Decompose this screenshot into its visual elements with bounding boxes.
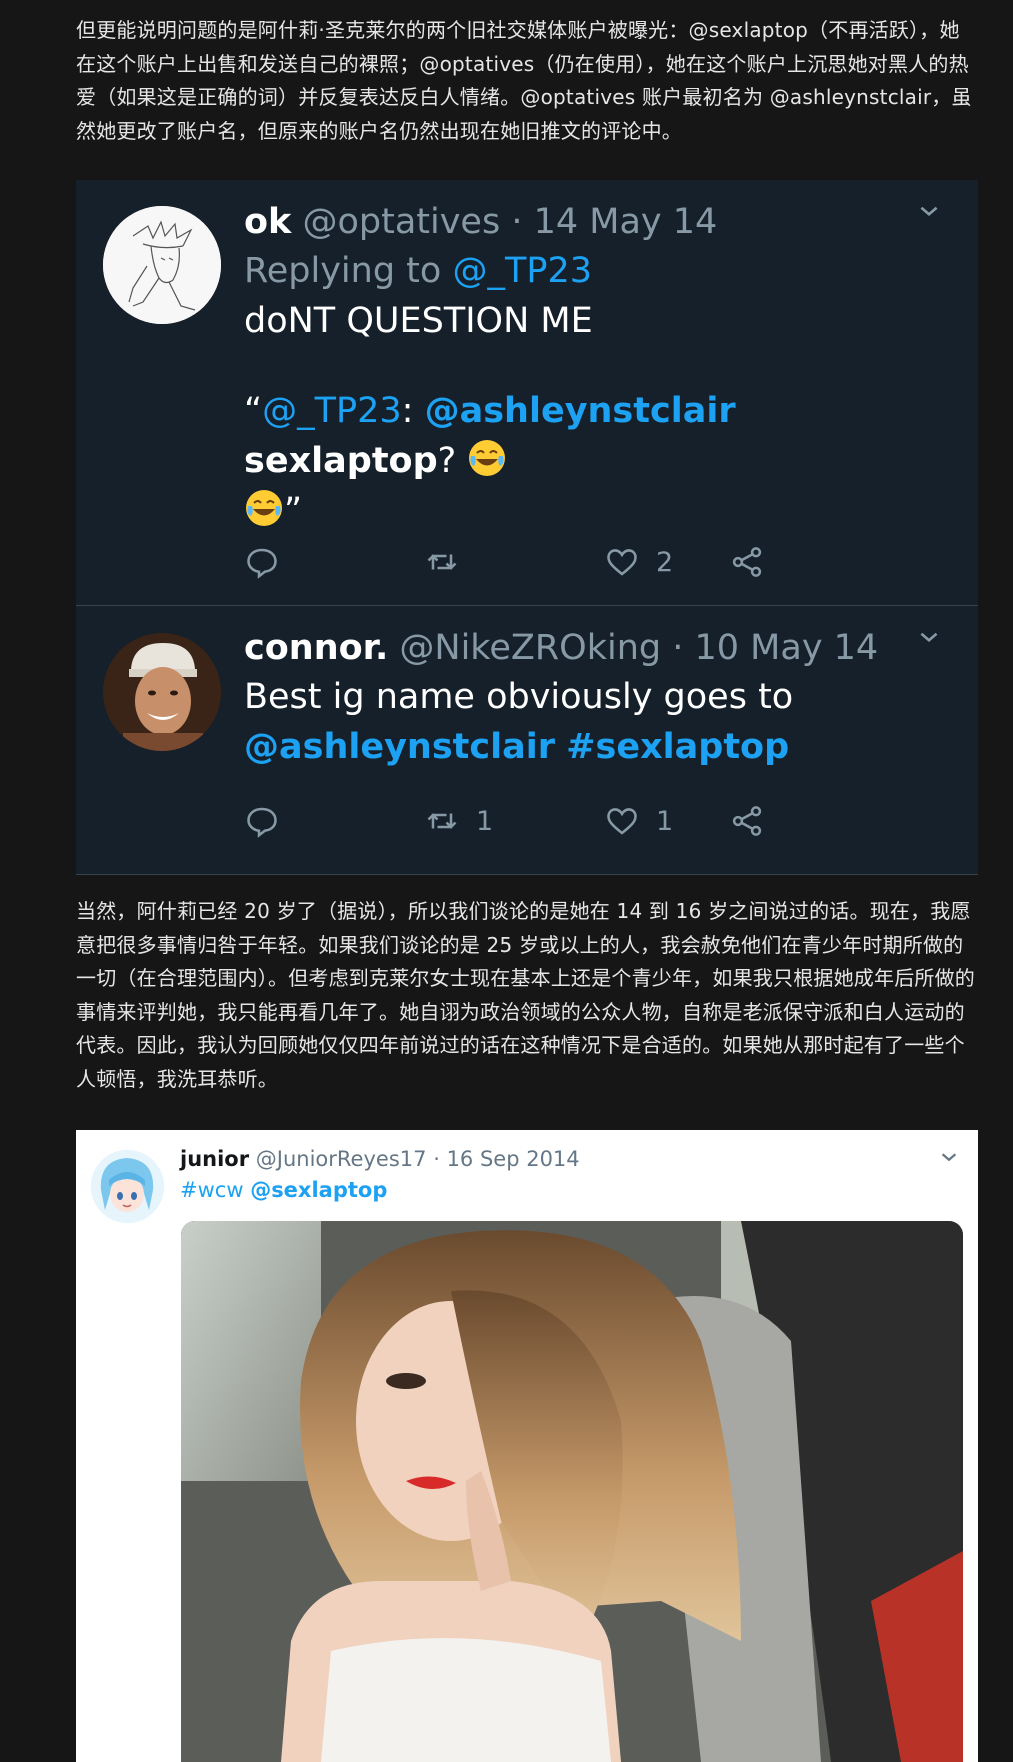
separator-dot: · — [433, 1147, 440, 1171]
article-paragraph-2: 当然，阿什莉已经 20 岁了（据说），所以我们谈论的是她在 14 到 16 岁之… — [76, 899, 975, 1091]
share-icon — [732, 806, 762, 836]
tweet-nikezroking[interactable]: connor. @NikeZROking · 10 May 14 Best ig… — [76, 605, 978, 874]
mention-link[interactable]: @ashleynstclair — [244, 727, 555, 767]
chevron-down-icon[interactable] — [916, 198, 942, 231]
avatar[interactable] — [91, 1150, 164, 1223]
tweet-quote: “@_TP23: @ashleynstclair sexlaptop? ” — [244, 386, 948, 536]
author-name[interactable]: connor. — [244, 628, 388, 668]
replying-to-label: Replying to — [244, 251, 453, 291]
retweet-icon — [427, 554, 457, 570]
tweet-actions: 1 1 — [244, 799, 844, 843]
question-mark: ? — [437, 441, 457, 481]
author-handle[interactable]: @NikeZROking — [399, 628, 661, 668]
retweet-icon — [427, 813, 457, 829]
retweet-count: 1 — [476, 805, 494, 837]
mention-link[interactable]: @_TP23 — [262, 391, 402, 431]
tweet-date[interactable]: 10 May 14 — [695, 628, 879, 668]
selfie-photo-image — [181, 1221, 963, 1762]
article-paragraph-1: 但更能说明问题的是阿什莉·圣克莱尔的两个旧社交媒体账户被曝光：@sexlapto… — [76, 18, 972, 143]
dark-tweet-thread: ok @optatives · 14 May 14 Replying to @_… — [76, 180, 978, 875]
avatar[interactable] — [103, 633, 221, 751]
separator-dot: · — [672, 628, 684, 668]
hashtag-link[interactable]: #sexlaptop — [566, 727, 789, 767]
tweet-optatives[interactable]: ok @optatives · 14 May 14 Replying to @_… — [76, 180, 978, 605]
mention-link[interactable]: @ashleynstclair — [425, 391, 736, 431]
quote-word: sexlaptop — [244, 441, 438, 481]
like-count: 2 — [656, 546, 674, 578]
like-count: 1 — [656, 805, 674, 837]
tweet-juniorreyes17[interactable]: junior @JuniorReyes17 · 16 Sep 2014 #wcw… — [76, 1130, 978, 1762]
sketch-avatar-icon — [103, 206, 221, 324]
tweet-photo[interactable] — [181, 1221, 963, 1762]
author-name[interactable]: junior — [180, 1147, 249, 1171]
author-handle[interactable]: @optatives — [302, 202, 500, 242]
laughing-tears-emoji-icon — [467, 438, 507, 478]
separator-dot: · — [511, 202, 523, 242]
retweet-button[interactable]: 1 — [424, 799, 493, 843]
tweet-date[interactable]: 16 Sep 2014 — [447, 1147, 580, 1171]
tweet-text: #wcw @sexlaptop — [180, 1175, 387, 1205]
share-button[interactable] — [729, 799, 765, 843]
replying-to-link[interactable]: @_TP23 — [452, 251, 592, 291]
share-icon — [732, 547, 762, 577]
tweet-text-line-1: doNT QUESTION ME — [244, 301, 593, 341]
replying-to: Replying to @_TP23 — [244, 246, 948, 296]
quote-close: ” — [284, 491, 303, 531]
reply-icon — [247, 548, 277, 579]
colon: : — [401, 391, 425, 431]
reply-button[interactable] — [244, 799, 280, 843]
person-avatar-icon — [103, 633, 221, 751]
hashtag-link[interactable]: #wcw — [180, 1178, 244, 1202]
like-button[interactable]: 2 — [604, 540, 673, 584]
reply-icon — [247, 807, 277, 838]
avatar[interactable] — [103, 206, 221, 324]
reply-button[interactable] — [244, 540, 280, 584]
chevron-down-icon[interactable] — [916, 624, 942, 657]
tweet-text: Best ig name obviously goes to — [244, 677, 794, 717]
anime-avatar-icon — [91, 1150, 164, 1223]
tweet-actions: 2 — [244, 540, 844, 584]
chevron-down-icon[interactable] — [938, 1146, 960, 1174]
author-handle[interactable]: @JuniorReyes17 — [256, 1147, 427, 1171]
like-button[interactable]: 1 — [604, 799, 673, 843]
heart-icon — [607, 808, 637, 835]
heart-icon — [607, 549, 637, 576]
author-name[interactable]: ok — [244, 202, 291, 242]
share-button[interactable] — [729, 540, 765, 584]
laughing-tears-emoji-icon — [244, 488, 284, 528]
tweet-date[interactable]: 14 May 14 — [534, 202, 718, 242]
quote-open: “ — [244, 391, 263, 431]
retweet-button[interactable] — [424, 540, 460, 584]
mention-link[interactable]: @sexlaptop — [250, 1178, 387, 1202]
